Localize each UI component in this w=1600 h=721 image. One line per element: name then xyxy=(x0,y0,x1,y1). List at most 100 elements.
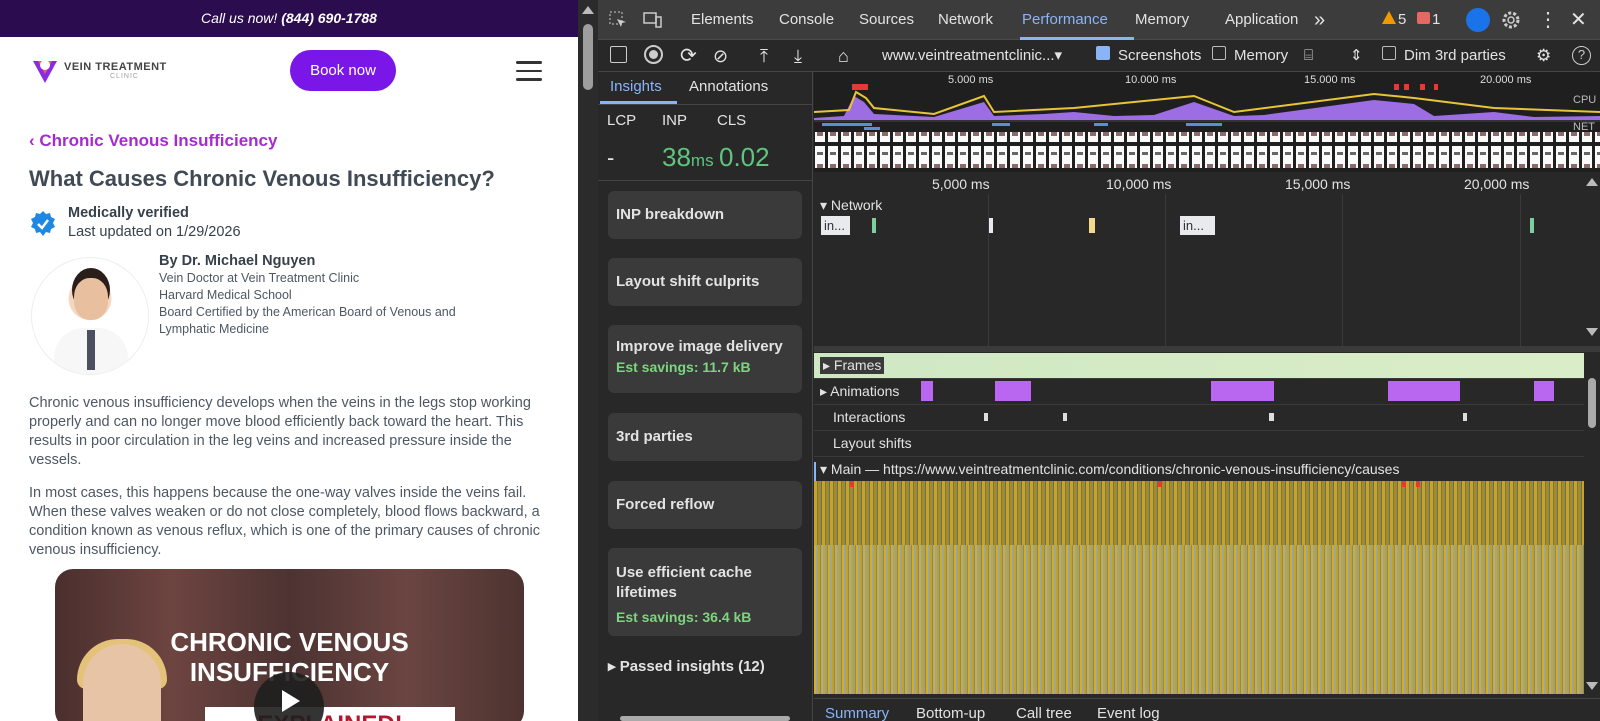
insight-card-forced-reflow[interactable]: Forced reflow xyxy=(608,481,802,529)
page-scrollbar[interactable] xyxy=(578,0,598,721)
interaction-marker[interactable] xyxy=(984,413,988,421)
animations-track-label[interactable]: ▸ Animations xyxy=(820,383,899,400)
collapse-triangle-icon: ▾ xyxy=(820,461,831,477)
interaction-marker[interactable] xyxy=(1063,413,1067,421)
frames-track-label[interactable]: ▸ Frames xyxy=(820,357,885,374)
recording-url-select[interactable]: www.veintreatmentclinic...▾ xyxy=(882,40,1062,72)
network-request-bar[interactable] xyxy=(1530,218,1534,233)
interaction-marker[interactable] xyxy=(1463,413,1467,421)
inp-value[interactable]: 38ms xyxy=(662,142,714,173)
last-updated-label: Last updated on 1/29/2026 xyxy=(68,224,241,240)
download-profile-icon[interactable]: ⤓ xyxy=(794,40,802,72)
help-icon[interactable]: ? xyxy=(1572,46,1591,65)
main-thread-label: Main — https://www.veintreatmentclinic.c… xyxy=(830,461,1400,477)
hamburger-menu-icon[interactable] xyxy=(516,61,542,81)
tab-annotations[interactable]: Annotations xyxy=(689,78,768,95)
tab-call-tree[interactable]: Call tree xyxy=(1016,705,1072,721)
ai-assistance-icon[interactable] xyxy=(1466,8,1490,32)
more-tabs-icon[interactable]: » xyxy=(1314,0,1325,40)
tab-summary[interactable]: Summary xyxy=(825,705,889,721)
insight-label: Use efficient cache lifetimes xyxy=(616,564,752,601)
screenshots-checkbox[interactable] xyxy=(1096,46,1110,60)
network-request-bar[interactable] xyxy=(989,218,993,233)
animation-bar[interactable] xyxy=(921,381,933,401)
network-track-label: Network xyxy=(830,197,883,213)
tracks-scrollbar-thumb[interactable] xyxy=(1588,378,1596,428)
animation-bar[interactable] xyxy=(1211,381,1274,401)
call-banner-phone[interactable]: (844) 690-1788 xyxy=(281,10,377,26)
author-name[interactable]: By Dr. Michael Nguyen xyxy=(159,253,315,269)
call-banner[interactable]: Call us now! (844) 690-1788 xyxy=(0,0,578,37)
network-track-toggle[interactable]: ▾ Network xyxy=(820,197,882,214)
grid-line xyxy=(1342,194,1343,346)
long-task-marker[interactable] xyxy=(1416,481,1420,487)
settings-gear-icon[interactable] xyxy=(1500,9,1522,31)
page-scrollbar-thumb[interactable] xyxy=(583,24,593,90)
passed-insights-toggle[interactable]: ▸ Passed insights (12) xyxy=(608,657,765,675)
tab-network[interactable]: Network xyxy=(938,0,993,40)
insight-card-cache-lifetimes[interactable]: Use efficient cache lifetimes Est savings… xyxy=(608,548,802,636)
memory-checkbox[interactable] xyxy=(1212,46,1226,60)
flame-chart-lower[interactable] xyxy=(814,545,1584,694)
close-icon[interactable]: ✕ xyxy=(1570,0,1587,40)
scroll-down-arrow-icon[interactable] xyxy=(1586,682,1598,690)
inspect-element-icon[interactable] xyxy=(608,10,628,30)
insight-card-layout-shift-culprits[interactable]: Layout shift culprits xyxy=(608,258,802,306)
long-task-marker[interactable] xyxy=(850,481,854,487)
animation-bar[interactable] xyxy=(1388,381,1460,401)
overview-tick: 20.000 ms xyxy=(1480,74,1532,86)
garbage-collect-icon[interactable]: ⌸ xyxy=(1304,40,1313,72)
insight-card-3rd-parties[interactable]: 3rd parties xyxy=(608,413,802,461)
breadcrumb[interactable]: ‹ Chronic Venous Insufficiency xyxy=(29,131,277,151)
long-task-marker[interactable] xyxy=(1402,481,1406,487)
tab-application[interactable]: Application xyxy=(1225,0,1298,40)
upload-profile-icon[interactable]: ⤒ xyxy=(760,40,768,72)
device-toolbar-icon[interactable] xyxy=(642,10,662,30)
site-logo[interactable]: VEIN TREATMENT CLINIC xyxy=(30,56,180,86)
timeline-overview[interactable] xyxy=(813,72,1600,172)
toggle-sidebar-icon[interactable] xyxy=(610,46,627,63)
layout-shifts-track[interactable] xyxy=(814,431,1584,457)
frames-track[interactable] xyxy=(814,353,1584,379)
scroll-up-arrow-icon[interactable] xyxy=(582,6,594,14)
insight-card-inp-breakdown[interactable]: INP breakdown xyxy=(608,191,802,239)
tab-performance[interactable]: Performance xyxy=(1022,0,1108,40)
capture-settings-icon[interactable]: ⇕ xyxy=(1350,40,1363,72)
warning-icon[interactable] xyxy=(1382,11,1396,24)
error-icon[interactable] xyxy=(1417,12,1430,24)
dim-3rd-parties-checkbox[interactable] xyxy=(1382,46,1396,60)
network-request-bar[interactable] xyxy=(1089,218,1095,233)
tab-insights[interactable]: Insights xyxy=(610,78,662,95)
home-icon[interactable]: ⌂ xyxy=(838,40,849,72)
interaction-marker[interactable] xyxy=(1269,413,1274,421)
tab-console[interactable]: Console xyxy=(779,0,834,40)
scroll-up-arrow-icon[interactable] xyxy=(1586,178,1598,186)
tab-sources[interactable]: Sources xyxy=(859,0,914,40)
network-request-bar[interactable]: in... xyxy=(821,216,850,235)
tab-event-log[interactable]: Event log xyxy=(1097,705,1160,721)
long-task-marker[interactable] xyxy=(1158,481,1162,487)
animation-bar[interactable] xyxy=(995,381,1031,401)
tab-memory[interactable]: Memory xyxy=(1135,0,1189,40)
network-request-bar[interactable] xyxy=(872,218,876,233)
reload-record-icon[interactable]: ⟳ xyxy=(680,40,697,72)
tab-bottom-up[interactable]: Bottom-up xyxy=(916,705,985,721)
perf-settings-icon[interactable]: ⚙ xyxy=(1536,40,1551,72)
tab-elements[interactable]: Elements xyxy=(691,0,754,40)
record-dot-icon xyxy=(649,50,658,59)
warning-count[interactable]: 5 xyxy=(1398,0,1406,40)
kebab-menu-icon[interactable]: ⋮ xyxy=(1538,0,1558,40)
cls-value[interactable]: 0.02 xyxy=(719,142,770,173)
clear-icon[interactable]: ⊘ xyxy=(713,40,728,72)
scroll-down-arrow-icon[interactable] xyxy=(1586,328,1598,336)
sidebar-scrollbar-thumb[interactable] xyxy=(620,716,790,721)
network-request-bar[interactable]: in... xyxy=(1180,216,1215,235)
insight-card-image-delivery[interactable]: Improve image delivery Est savings: 11.7 … xyxy=(608,325,802,393)
interactions-track[interactable] xyxy=(814,405,1584,431)
animation-bar[interactable] xyxy=(1534,381,1554,401)
main-thread-track-toggle[interactable]: ▾ Main — https://www.veintreatmentclinic… xyxy=(820,461,1399,478)
expand-triangle-icon: ▸ xyxy=(823,357,834,373)
book-now-button[interactable]: Book now xyxy=(290,50,396,91)
error-count[interactable]: 1 xyxy=(1432,0,1440,40)
avatar-tie xyxy=(87,330,95,370)
